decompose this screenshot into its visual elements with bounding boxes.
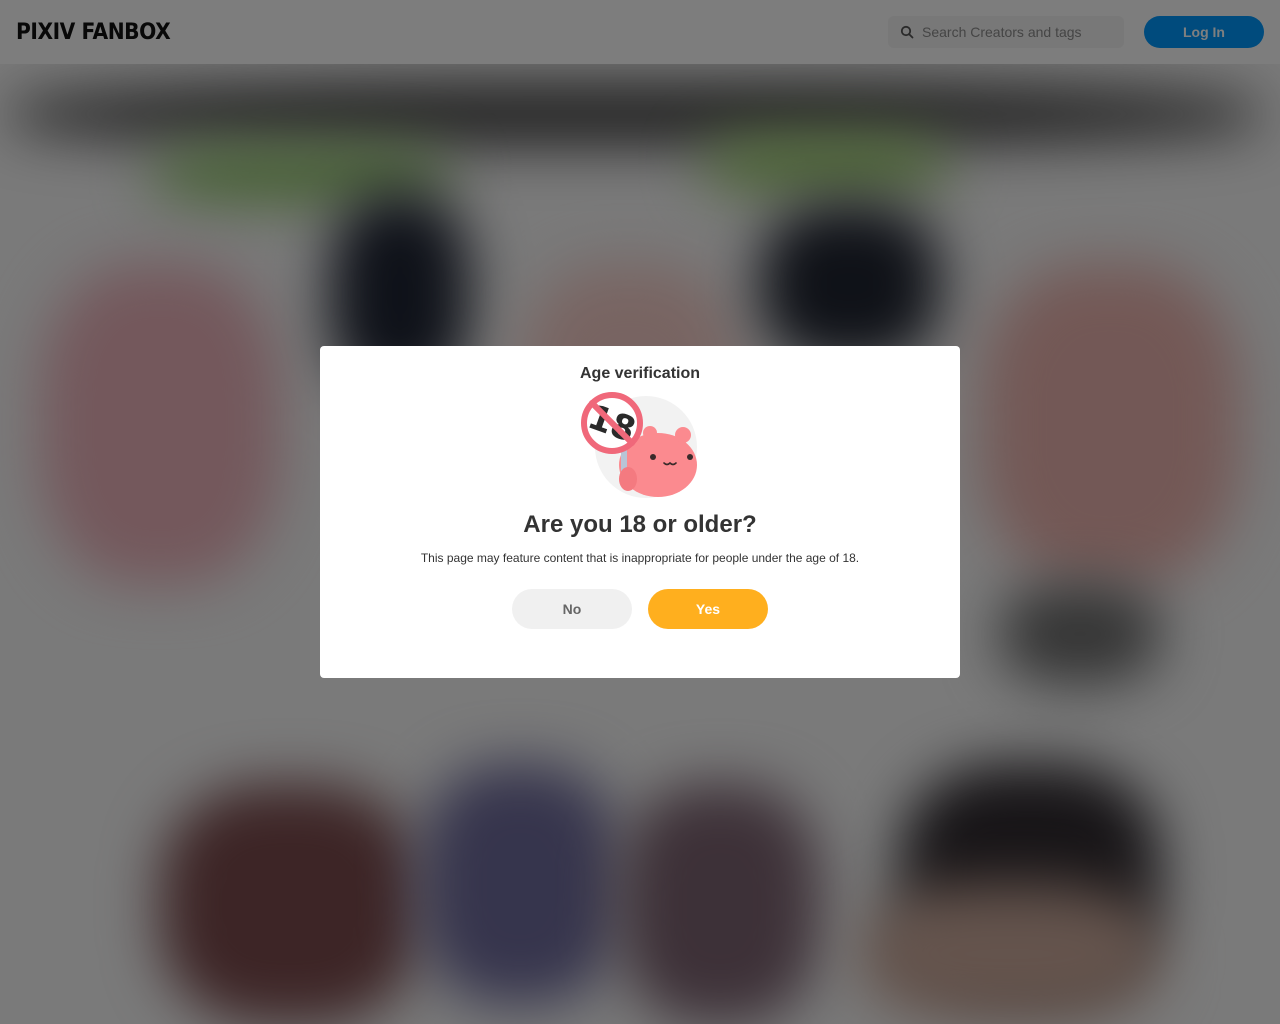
age-question: Are you 18 or older?	[523, 511, 757, 538]
age-verification-modal: Age verification 18 Are you 18 or older?	[320, 346, 960, 678]
age-warning-text: This page may feature content that is in…	[420, 551, 860, 565]
no-button[interactable]: No	[512, 589, 632, 629]
age-restriction-mascot-icon: 18	[578, 391, 702, 499]
yes-button[interactable]: Yes	[648, 589, 768, 629]
modal-buttons: No Yes	[512, 589, 768, 629]
modal-title: Age verification	[579, 365, 701, 382]
